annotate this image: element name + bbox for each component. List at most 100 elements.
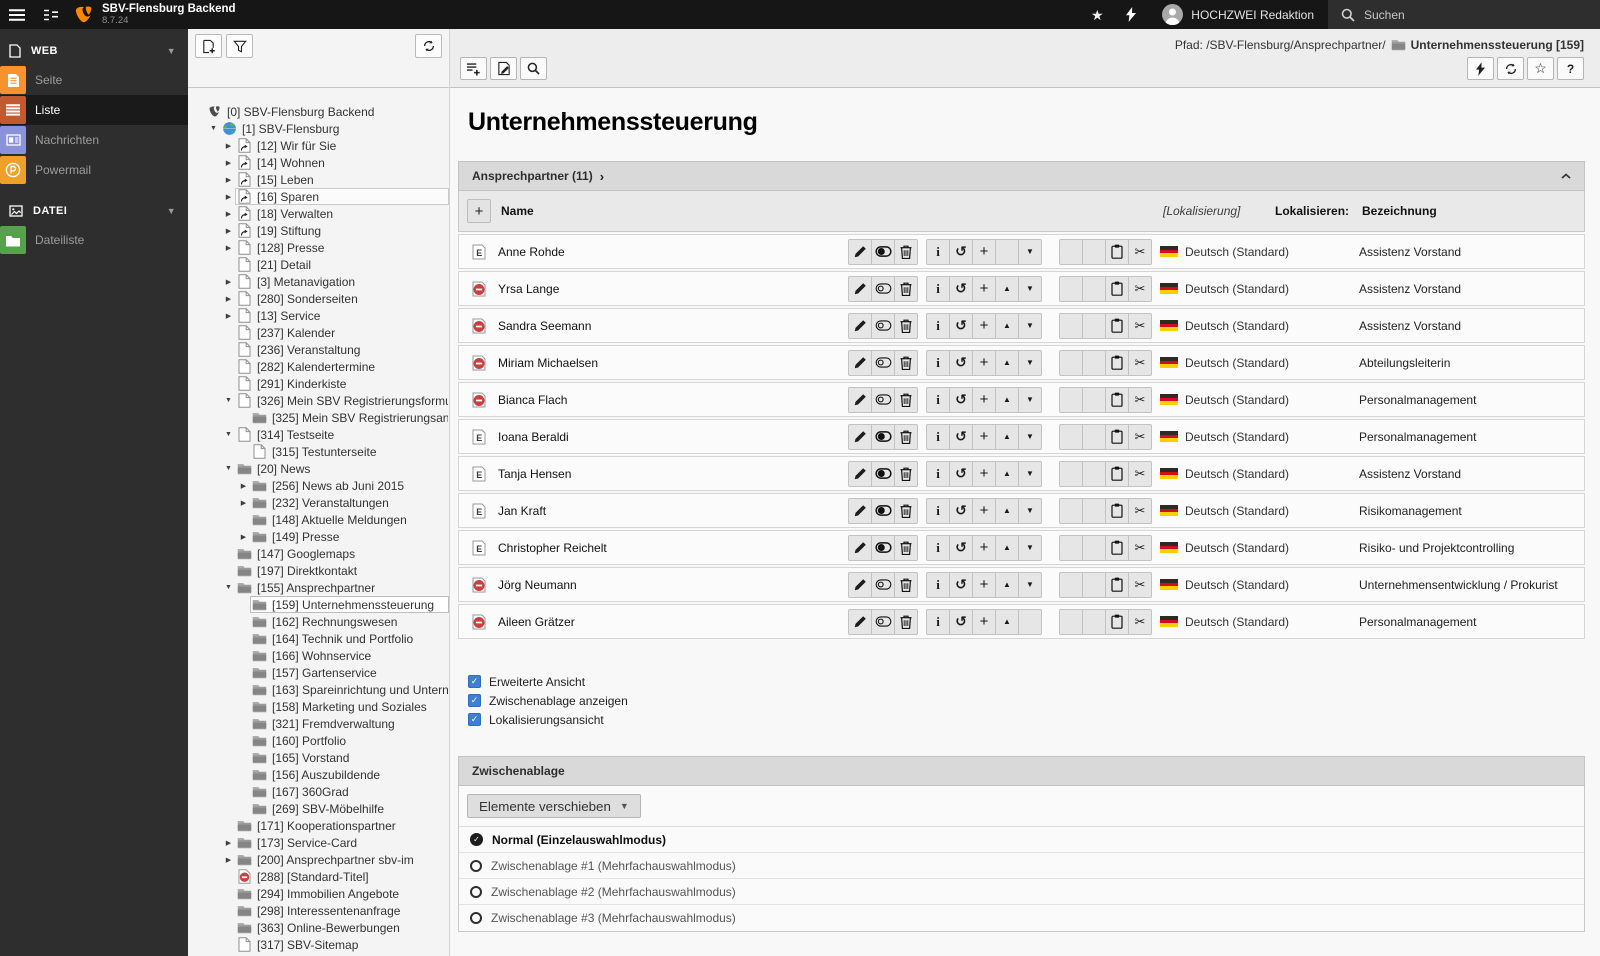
caret-down-icon[interactable]: ▼ (222, 397, 235, 404)
copy-button[interactable] (1105, 534, 1129, 561)
history-button[interactable]: ↺ (949, 571, 973, 598)
refresh-tree-button[interactable] (415, 34, 442, 58)
tree-node-inner[interactable]: [291] Kinderkiste (235, 375, 449, 392)
tree-node-inner[interactable]: [162] Rechnungswesen (250, 613, 449, 630)
move-up-button[interactable]: ▲ (995, 571, 1019, 598)
checkbox-checked-icon[interactable]: ✓ (468, 694, 481, 707)
tree-node-200[interactable]: ▶ [200] Ansprechpartner sbv-im (188, 851, 449, 868)
tree-node-inner[interactable]: [288] [Standard-Titel] (235, 868, 449, 885)
move-up-button[interactable]: ▲ (995, 423, 1019, 450)
cut-button[interactable]: ✂ (1128, 571, 1152, 598)
record-icon[interactable]: E (472, 429, 488, 445)
move-down-button[interactable]: ▼ (1018, 238, 1042, 265)
delete-button[interactable] (894, 386, 918, 413)
page-icon[interactable] (236, 937, 253, 953)
page-icon[interactable] (236, 291, 253, 307)
unhide-button[interactable] (871, 312, 895, 339)
page-icon[interactable] (236, 325, 253, 341)
copy-button[interactable] (1105, 460, 1129, 487)
tree-node-inner[interactable]: [236] Veranstaltung (235, 341, 449, 358)
hide-button[interactable] (871, 534, 895, 561)
folder-icon[interactable] (251, 478, 268, 494)
tree-node-inner[interactable]: [280] Sonderseiten (235, 290, 449, 307)
info-button[interactable]: i (926, 312, 950, 339)
move-down-button[interactable]: ▼ (1018, 312, 1042, 339)
tree-node-21[interactable]: [21] Detail (188, 256, 449, 273)
info-button[interactable]: i (926, 386, 950, 413)
record-hidden-icon[interactable] (472, 355, 488, 371)
cut-button[interactable]: ✂ (1128, 386, 1152, 413)
bookmark-page-button[interactable]: ☆ (1527, 57, 1554, 80)
tree-node-inner[interactable]: [317] SBV-Sitemap (235, 936, 449, 953)
folder-icon[interactable] (251, 733, 268, 749)
folder-icon[interactable] (236, 546, 253, 562)
tree-node-inner[interactable]: [237] Kalender (235, 324, 449, 341)
cut-button[interactable]: ✂ (1128, 312, 1152, 339)
cut-button[interactable]: ✂ (1128, 238, 1152, 265)
history-button[interactable]: ↺ (949, 497, 973, 524)
tree-node-inner[interactable]: [166] Wohnservice (250, 647, 449, 664)
move-down-button[interactable]: ▼ (1018, 423, 1042, 450)
tree-node-19[interactable]: ▶ [19] Stiftung (188, 222, 449, 239)
unhide-button[interactable] (871, 608, 895, 635)
record-icon[interactable]: E (472, 503, 488, 519)
collapse-table-button[interactable] (1561, 173, 1571, 179)
new-after-button[interactable]: + (972, 423, 996, 450)
move-elements-dropdown[interactable]: Elemente verschieben ▼ (467, 794, 641, 818)
history-button[interactable]: ↺ (949, 608, 973, 635)
move-up-button[interactable]: ▲ (995, 497, 1019, 524)
tree-node-167[interactable]: [167] 360Grad (188, 783, 449, 800)
folder-icon[interactable] (236, 920, 253, 936)
tree-node-inner[interactable]: [325] Mein SBV Registrierungsanfrage (250, 409, 449, 426)
folder-icon[interactable] (251, 767, 268, 783)
cut-button[interactable]: ✂ (1128, 423, 1152, 450)
caret-right-icon[interactable]: ▶ (222, 159, 235, 167)
tree-node-inner[interactable]: [294] Immobilien Angebote (235, 885, 449, 902)
page-icon[interactable] (236, 376, 253, 392)
tree-node-inner[interactable]: [171] Kooperationspartner (235, 817, 449, 834)
info-button[interactable]: i (926, 571, 950, 598)
unhide-button[interactable] (871, 386, 895, 413)
record-icon[interactable]: E (472, 244, 488, 260)
menu-toggle-button[interactable] (0, 0, 34, 29)
folder-icon[interactable] (251, 784, 268, 800)
info-button[interactable]: i (926, 423, 950, 450)
new-after-button[interactable]: + (972, 534, 996, 561)
tree-node-inner[interactable]: [232] Veranstaltungen (250, 494, 449, 511)
history-button[interactable]: ↺ (949, 386, 973, 413)
record-hidden-icon[interactable] (472, 392, 488, 408)
info-button[interactable]: i (926, 460, 950, 487)
tree-node-inner[interactable]: [13] Service (235, 307, 449, 324)
delete-button[interactable] (894, 275, 918, 302)
user-menu[interactable]: HOCHZWEI Redaktion (1148, 0, 1328, 29)
caret-right-icon[interactable]: ▶ (222, 193, 235, 201)
tree-node-291[interactable]: [291] Kinderkiste (188, 375, 449, 392)
copy-button[interactable] (1105, 275, 1129, 302)
tree-node-15[interactable]: ▶ [15] Leben (188, 171, 449, 188)
caret-right-icon[interactable]: ▶ (222, 295, 235, 303)
edit-button[interactable] (848, 571, 872, 598)
tree-node-18[interactable]: ▶ [18] Verwalten (188, 205, 449, 222)
folder-icon[interactable] (251, 597, 268, 613)
tree-node-197[interactable]: [197] Direktkontakt (188, 562, 449, 579)
edit-button[interactable] (848, 423, 872, 450)
new-after-button[interactable]: + (972, 497, 996, 524)
delete-button[interactable] (894, 608, 918, 635)
caret-right-icon[interactable]: ▶ (237, 499, 250, 507)
tree-node-inner[interactable]: [128] Presse (235, 239, 449, 256)
folder-icon[interactable] (236, 835, 253, 851)
caret-right-icon[interactable]: ▶ (222, 856, 235, 864)
folder-icon[interactable] (251, 665, 268, 681)
caret-down-icon[interactable]: ▼ (222, 465, 235, 472)
caret-right-icon[interactable]: ▶ (222, 210, 235, 218)
record-icon[interactable]: E (472, 466, 488, 482)
move-up-button[interactable]: ▲ (995, 534, 1019, 561)
tree-node-inner[interactable]: [21] Detail (235, 256, 449, 273)
edit-button[interactable] (848, 238, 872, 265)
tree-node-20[interactable]: ▼ [20] News (188, 460, 449, 477)
page-icon[interactable] (236, 274, 253, 290)
tree-node-inner[interactable]: [160] Portfolio (250, 732, 449, 749)
folder-icon[interactable] (236, 886, 253, 902)
folder-icon[interactable] (251, 801, 268, 817)
edit-button[interactable] (848, 312, 872, 339)
